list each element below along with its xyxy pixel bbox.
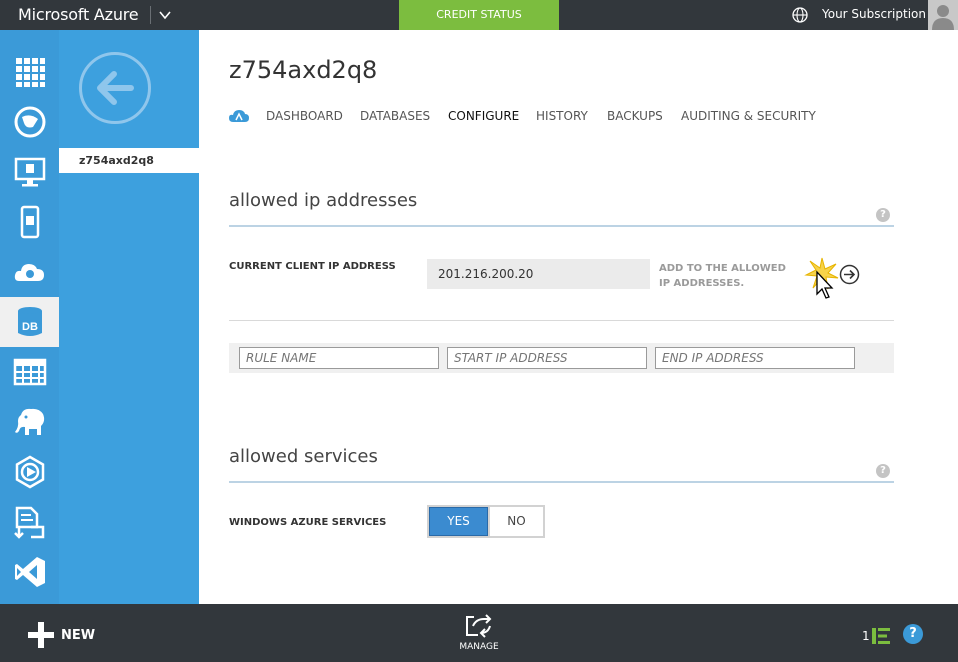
media-icon [15, 455, 44, 489]
rail-item-media-services[interactable] [0, 447, 59, 497]
current-ip-label: CURRENT CLIENT IP ADDRESS [229, 261, 396, 272]
main-content: z754axd2q8 DASHBOARD DATABASES CONFIGURE… [199, 30, 958, 604]
notification-count[interactable]: 1 [862, 629, 870, 643]
web-sites-icon [14, 106, 45, 138]
help-icon[interactable]: ? [876, 464, 890, 478]
tab-dashboard[interactable]: DASHBOARD [266, 109, 343, 123]
service-bus-icon [13, 506, 44, 539]
database-icon: DB [17, 307, 42, 336]
cloud-database-icon[interactable] [229, 108, 249, 124]
yes-option[interactable]: YES [429, 507, 488, 536]
tab-backups[interactable]: BACKUPS [607, 109, 663, 123]
mouse-cursor-icon [816, 270, 834, 299]
firewall-rule-row [229, 343, 894, 373]
manage-button[interactable]: MANAGE [459, 642, 499, 652]
table-storage-icon [13, 358, 46, 386]
tab-configure[interactable]: CONFIGURE [448, 109, 519, 123]
add-to-allowed-ip-link[interactable]: ADD TO THE ALLOWED IP ADDRESSES. [659, 261, 799, 291]
rail-item-hdinsight[interactable] [0, 397, 59, 447]
rail-item-storage[interactable] [0, 347, 59, 397]
current-ip-value: 201.216.200.20 [427, 259, 650, 289]
section-divider [229, 481, 894, 483]
credit-status-button[interactable]: CREDIT STATUS [399, 0, 559, 30]
database-icon-label: DB [22, 321, 38, 333]
plus-icon[interactable] [28, 622, 54, 648]
help-button[interactable]: ? [903, 624, 923, 644]
rail-item-virtual-machines[interactable] [0, 147, 59, 197]
subscription-label[interactable]: Your Subscription [822, 7, 926, 21]
rail-item-mobile-services[interactable] [0, 197, 59, 247]
rail-item-service-bus[interactable] [0, 497, 59, 547]
page-title: z754axd2q8 [229, 56, 378, 84]
arrow-left-icon [97, 71, 134, 105]
new-button[interactable]: NEW [61, 628, 95, 643]
avatar[interactable] [928, 0, 958, 30]
user-icon [932, 5, 954, 30]
start-ip-input[interactable] [447, 347, 647, 369]
elephant-icon [14, 408, 44, 435]
service-rail: DB [0, 30, 59, 604]
allowed-services-heading: allowed services [229, 446, 378, 467]
azure-services-label: WINDOWS AZURE SERVICES [229, 517, 387, 528]
no-option[interactable]: NO [488, 507, 543, 536]
allowed-ip-heading: allowed ip addresses [229, 190, 418, 211]
mobile-icon [20, 205, 39, 239]
rail-item-cloud-services[interactable] [0, 247, 59, 297]
brand-title[interactable]: Microsoft Azure [18, 5, 139, 24]
globe-icon[interactable] [791, 6, 809, 24]
manage-icon[interactable] [464, 614, 494, 638]
back-button[interactable] [79, 52, 151, 124]
rail-item-visual-studio-online[interactable] [0, 547, 59, 597]
tab-databases[interactable]: DATABASES [360, 109, 430, 123]
subnav-item-database[interactable]: z754axd2q8 [59, 148, 199, 173]
tab-auditing-security[interactable]: AUDITING & SECURITY [681, 109, 816, 123]
end-ip-input[interactable] [655, 347, 855, 369]
command-bar: NEW MANAGE 1 ? [0, 604, 958, 662]
chevron-down-icon[interactable] [157, 7, 173, 23]
azure-services-toggle: YES NO [427, 505, 545, 538]
section-divider [229, 225, 894, 227]
top-bar: Microsoft Azure CREDIT STATUS Your Subsc… [0, 0, 958, 30]
divider [229, 320, 894, 321]
arrow-right-circle-icon[interactable] [839, 264, 860, 285]
visual-studio-icon [14, 557, 45, 587]
database-subnav: z754axd2q8 [59, 30, 199, 604]
grid-icon [15, 58, 45, 87]
notifications-icon[interactable] [870, 626, 892, 646]
rail-item-all-items[interactable] [0, 47, 59, 97]
monitor-icon [14, 157, 45, 187]
rail-item-web-sites[interactable] [0, 97, 59, 147]
rule-name-input[interactable] [239, 347, 439, 369]
rail-item-sql-databases[interactable]: DB [0, 297, 59, 347]
help-icon[interactable]: ? [876, 208, 890, 222]
tab-history[interactable]: HISTORY [536, 109, 588, 123]
cloud-gear-icon [14, 264, 44, 281]
topbar-divider [150, 6, 151, 24]
